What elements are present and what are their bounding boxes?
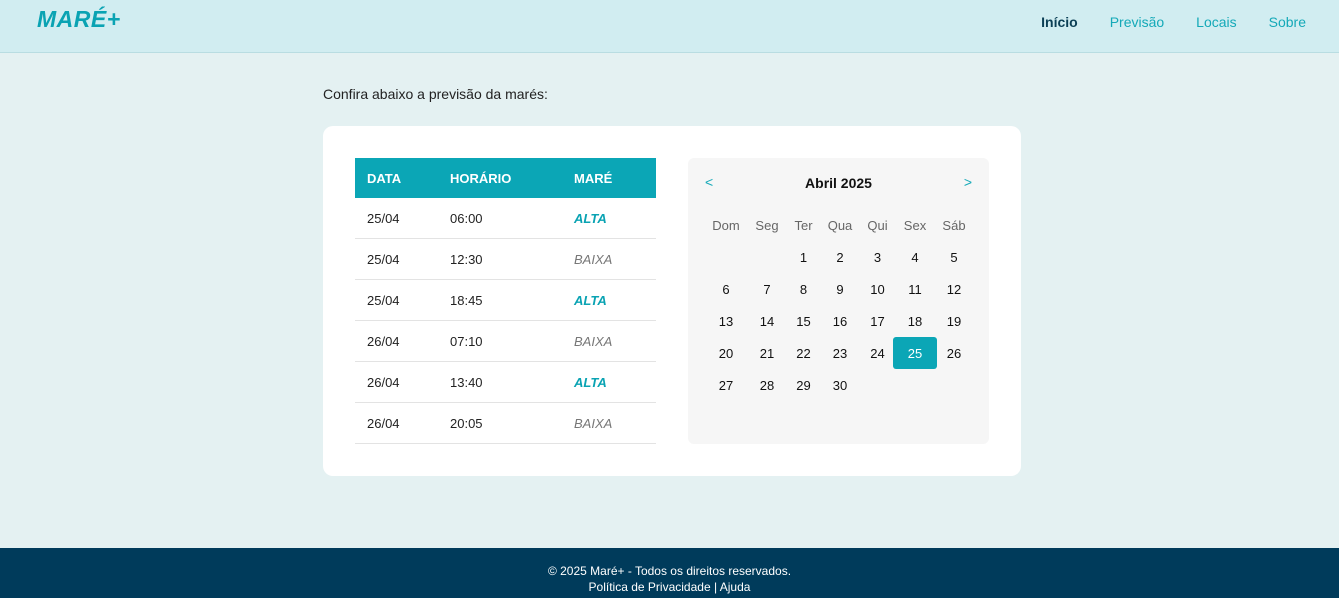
calendar-month-title: Abril 2025 (805, 175, 872, 191)
calendar-day[interactable]: 16 (818, 305, 862, 337)
calendar-day[interactable]: 17 (862, 305, 893, 337)
table-row: 25/04 06:00 ALTA (355, 198, 656, 239)
calendar-day[interactable]: 11 (893, 273, 937, 305)
calendar-empty-cell (707, 241, 745, 273)
privacy-policy-link[interactable]: Política de Privacidade (589, 580, 711, 594)
main-nav: Início Previsão Locais Sobre (1009, 14, 1306, 30)
calendar-day[interactable]: 13 (707, 305, 745, 337)
cell-time: 06:00 (438, 198, 562, 239)
intro-text: Confira abaixo a previsão da marés: (323, 86, 548, 102)
help-link[interactable]: Ajuda (720, 580, 751, 594)
column-header-time: HORÁRIO (438, 158, 562, 198)
cell-tide: BAIXA (562, 402, 656, 444)
table-row: 25/04 18:45 ALTA (355, 279, 656, 321)
nav-link-locais[interactable]: Locais (1196, 14, 1236, 30)
calendar-day[interactable]: 28 (745, 369, 789, 401)
weekday-label: Qui (867, 217, 888, 233)
forecast-card: DATA HORÁRIO MARÉ 25/04 06:00 ALTA 25/04 12:… (323, 126, 1021, 476)
weekday-label: Sex (903, 217, 927, 233)
calendar-day[interactable]: 1 (789, 241, 818, 273)
weekday-label: Ter (794, 217, 813, 233)
calendar-day[interactable]: 19 (937, 305, 971, 337)
brand-logo[interactable]: MARÉ+ (37, 6, 121, 33)
calendar-day[interactable]: 4 (893, 241, 937, 273)
cell-date: 26/04 (355, 320, 438, 362)
calendar-day[interactable]: 29 (789, 369, 818, 401)
calendar-header: < Abril 2025 > (688, 172, 989, 196)
calendar-day[interactable]: 27 (707, 369, 745, 401)
calendar-day[interactable]: 22 (789, 337, 818, 369)
cell-time: 12:30 (438, 238, 562, 280)
weekday-label: Dom (712, 217, 740, 233)
cell-date: 26/04 (355, 361, 438, 403)
calendar-day[interactable]: 2 (818, 241, 862, 273)
cell-date: 25/04 (355, 238, 438, 280)
calendar-day[interactable]: 14 (745, 305, 789, 337)
next-month-button[interactable]: > (964, 174, 972, 190)
calendar-day[interactable]: 26 (937, 337, 971, 369)
table-row: 26/04 20:05 BAIXA (355, 402, 656, 444)
calendar-day[interactable]: 7 (745, 273, 789, 305)
footer-separator: | (710, 580, 720, 594)
calendar-day-selected[interactable]: 25 (893, 337, 937, 369)
calendar-day[interactable]: 5 (937, 241, 971, 273)
cell-date: 25/04 (355, 279, 438, 321)
table-row: 26/04 13:40 ALTA (355, 361, 656, 403)
tide-table: DATA HORÁRIO MARÉ 25/04 06:00 ALTA 25/04 12:… (355, 158, 656, 444)
tide-table-header: DATA HORÁRIO MARÉ (355, 158, 656, 198)
calendar-day[interactable]: 23 (818, 337, 862, 369)
cell-tide: ALTA (562, 361, 656, 403)
weekday-label: Seg (755, 217, 779, 233)
calendar-day[interactable]: 24 (862, 337, 893, 369)
table-row: 25/04 12:30 BAIXA (355, 238, 656, 280)
calendar-day[interactable]: 10 (862, 273, 893, 305)
calendar-grid: Dom Seg Ter Qua Qui Sex Sáb 1 2 3 4 5 6 7 8 9 10 11 12 13 14… (707, 209, 971, 401)
column-header-tide: MARÉ (562, 158, 656, 198)
cell-date: 26/04 (355, 402, 438, 444)
calendar-day[interactable]: 18 (893, 305, 937, 337)
cell-time: 20:05 (438, 402, 562, 444)
cell-tide: BAIXA (562, 320, 656, 362)
weekday-label: Qua (827, 217, 853, 233)
cell-tide: ALTA (562, 279, 656, 321)
weekday-label: Sáb (942, 217, 966, 233)
top-navbar: MARÉ+ Início Previsão Locais Sobre (0, 0, 1339, 53)
calendar-day[interactable]: 3 (862, 241, 893, 273)
cell-time: 18:45 (438, 279, 562, 321)
cell-date: 25/04 (355, 198, 438, 239)
calendar-day[interactable]: 8 (789, 273, 818, 305)
calendar-day[interactable]: 6 (707, 273, 745, 305)
calendar-day[interactable]: 21 (745, 337, 789, 369)
calendar-day[interactable]: 12 (937, 273, 971, 305)
footer-copyright: © 2025 Maré+ - Todos os direitos reserva… (547, 564, 792, 578)
cell-tide: ALTA (562, 198, 656, 239)
cell-tide: BAIXA (562, 238, 656, 280)
calendar-empty-cell (745, 241, 789, 273)
nav-link-inicio[interactable]: Início (1041, 14, 1078, 30)
footer: © 2025 Maré+ - Todos os direitos reserva… (0, 548, 1339, 598)
calendar-widget: < Abril 2025 > Dom Seg Ter Qua Qui Sex Sáb 1 2 3 4… (688, 158, 989, 444)
cell-time: 13:40 (438, 361, 562, 403)
footer-links: Política de Privacidade | Ajuda (0, 580, 1339, 594)
calendar-day[interactable]: 20 (707, 337, 745, 369)
nav-link-previsao[interactable]: Previsão (1110, 14, 1164, 30)
calendar-day[interactable]: 15 (789, 305, 818, 337)
table-row: 26/04 07:10 BAIXA (355, 320, 656, 362)
column-header-date: DATA (355, 158, 438, 198)
cell-time: 07:10 (438, 320, 562, 362)
calendar-day[interactable]: 30 (818, 369, 862, 401)
nav-link-sobre[interactable]: Sobre (1269, 14, 1306, 30)
calendar-day[interactable]: 9 (818, 273, 862, 305)
